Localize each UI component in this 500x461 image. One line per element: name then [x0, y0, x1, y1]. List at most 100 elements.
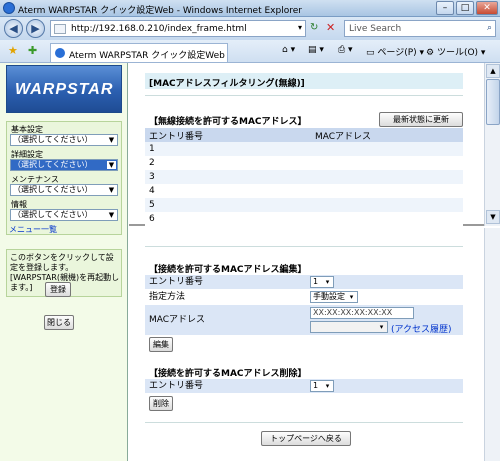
- url-text: http://192.168.0.210/index_frame.html: [71, 24, 247, 34]
- delete-entry-select[interactable]: 1 ▾: [310, 380, 334, 392]
- access-history-select[interactable]: ▾: [310, 321, 388, 333]
- method-label: 指定方法: [145, 290, 305, 304]
- chevron-down-icon: ▼: [108, 211, 115, 219]
- search-input[interactable]: Live Search ⌕: [344, 20, 496, 37]
- chevron-down-icon: ▾: [349, 293, 354, 301]
- close-button[interactable]: 閉じる: [44, 315, 74, 330]
- chevron-down-icon: ▾: [325, 278, 330, 286]
- divider: [145, 95, 463, 96]
- divider: [145, 422, 463, 423]
- add-favorites-icon[interactable]: ✚: [28, 44, 37, 57]
- table-row: 1: [145, 142, 463, 156]
- refresh-icon[interactable]: ↻: [310, 22, 318, 33]
- logo-text: WARPSTAR: [15, 81, 114, 98]
- edit-button[interactable]: 編集: [149, 337, 173, 352]
- warpstar-logo: WARPSTAR: [6, 65, 122, 113]
- refresh-status-button[interactable]: 最新状態に更新: [379, 112, 463, 127]
- page-icon: [54, 24, 66, 34]
- maint-select-value: （選択してください）: [13, 185, 93, 194]
- settings-menu: 基本設定 （選択してください） ▼ 詳細設定 （選択してください） ▼ メンテナンス…: [6, 121, 122, 235]
- col-mac-address: MACアドレス: [315, 132, 372, 142]
- maximize-button[interactable]: □: [456, 1, 474, 15]
- mac-address-label: MACアドレス: [145, 305, 305, 335]
- title-bar: Aterm WARPSTAR クイック設定Web - Windows Inter…: [0, 0, 500, 17]
- feeds-icon[interactable]: ▤ ▾: [308, 45, 324, 55]
- window-title: Aterm WARPSTAR クイック設定Web - Windows Inter…: [18, 6, 302, 16]
- scroll-up-icon[interactable]: ▲: [486, 64, 500, 78]
- info-select[interactable]: （選択してください） ▼: [10, 209, 118, 221]
- stop-icon[interactable]: ✕: [326, 21, 335, 34]
- method-select[interactable]: 手動設定 ▾: [310, 291, 358, 303]
- favorites-star-icon[interactable]: ★: [8, 44, 18, 57]
- edit-entry-value: 1: [313, 277, 319, 286]
- top-scrollbar[interactable]: ▲ ▼: [484, 63, 500, 226]
- divider: [145, 246, 463, 247]
- page-title: [MACアドレスフィルタリング(無線)]: [149, 79, 305, 89]
- close-window-button[interactable]: ✕: [476, 1, 498, 15]
- maintenance-select[interactable]: （選択してください） ▼: [10, 184, 118, 196]
- ie-icon: [3, 2, 15, 14]
- tab-title: Aterm WARPSTAR クイック設定Web: [69, 51, 225, 61]
- home-icon[interactable]: ⌂ ▾: [282, 45, 295, 55]
- info-select-value: （選択してください）: [13, 210, 93, 219]
- address-bar: ◀ ▶ http://192.168.0.210/index_frame.htm…: [0, 17, 500, 40]
- register-button[interactable]: 登録: [45, 282, 71, 297]
- table-row: 3: [145, 170, 463, 184]
- mac-list-frame: [MACアドレスフィルタリング(無線)] 【無線接続を許可するMACアドレス】 …: [129, 63, 484, 226]
- chevron-down-icon: ▼: [108, 136, 115, 144]
- search-icon[interactable]: ⌕: [487, 23, 492, 33]
- edit-entry-label: エントリ番号: [145, 275, 305, 289]
- url-dropdown-icon[interactable]: ▾: [298, 23, 302, 32]
- edit-entry-select[interactable]: 1 ▾: [310, 276, 334, 288]
- url-field[interactable]: http://192.168.0.210/index_frame.html ▾: [50, 20, 306, 37]
- col-entry-number: エントリ番号: [149, 132, 204, 142]
- menu-list-link[interactable]: メニュー一覧: [9, 224, 57, 235]
- sidebar: WARPSTAR 基本設定 （選択してください） ▼ 詳細設定 （選択してください…: [0, 63, 128, 461]
- search-placeholder: Live Search: [349, 24, 402, 34]
- access-history-link[interactable]: (アクセス履歴): [391, 322, 452, 335]
- table-row: 6: [145, 212, 463, 226]
- mac-address-input[interactable]: XX:XX:XX:XX:XX:XX: [310, 307, 414, 319]
- back-to-top-button[interactable]: トップページへ戻る: [261, 431, 351, 446]
- forward-icon[interactable]: ▶: [26, 19, 45, 38]
- allowed-mac-title: 【無線接続を許可するMACアドレス】: [149, 117, 307, 127]
- page-menu[interactable]: ▭ ページ(P) ▾: [366, 45, 424, 58]
- detail-select-value: （選択してください）: [13, 160, 93, 169]
- bottom-scrollbar[interactable]: [484, 228, 500, 461]
- basic-settings-select[interactable]: （選択してください） ▼: [10, 134, 118, 146]
- mac-edit-frame: 【接続を許可するMACアドレス編集】 エントリ番号 1 ▾ 指定方法 手動設定 ▾ …: [129, 228, 484, 461]
- tools-menu-label: ツール(O): [436, 48, 479, 58]
- detail-settings-select[interactable]: （選択してください） ▼: [10, 159, 118, 171]
- table-row: 4: [145, 184, 463, 198]
- entry-cell: 5: [149, 200, 155, 210]
- method-value: 手動設定: [313, 292, 345, 301]
- back-icon[interactable]: ◀: [4, 19, 23, 38]
- delete-section-title: 【接続を許可するMACアドレス削除】: [149, 369, 307, 379]
- mac-table: 1 2 3 4 5 6: [145, 142, 463, 226]
- tab-ie-icon: [55, 48, 65, 58]
- chevron-down-icon: ▾: [325, 382, 330, 390]
- edit-section-title: 【接続を許可するMACアドレス編集】: [149, 265, 307, 275]
- minimize-button[interactable]: –: [436, 1, 454, 15]
- entry-cell: 6: [149, 214, 155, 224]
- tab-bar: ★ ✚ Aterm WARPSTAR クイック設定Web ⌂ ▾ ▤ ▾ ⎙ ▾…: [0, 40, 500, 63]
- scroll-thumb[interactable]: [486, 79, 500, 125]
- chevron-down-icon: ▾: [379, 323, 384, 331]
- entry-cell: 4: [149, 186, 155, 196]
- table-row: 2: [145, 156, 463, 170]
- delete-entry-value: 1: [313, 381, 319, 390]
- scroll-down-icon[interactable]: ▼: [486, 210, 500, 224]
- chevron-down-icon: ▼: [107, 161, 116, 169]
- chevron-down-icon: ▼: [108, 186, 115, 194]
- print-icon[interactable]: ⎙ ▾: [338, 45, 353, 55]
- delete-entry-label: エントリ番号: [145, 379, 305, 393]
- tab-quick-setup[interactable]: Aterm WARPSTAR クイック設定Web: [50, 43, 228, 62]
- entry-cell: 3: [149, 172, 155, 182]
- entry-cell: 2: [149, 158, 155, 168]
- tools-menu[interactable]: ⚙ ツール(O) ▾: [426, 45, 485, 58]
- delete-button[interactable]: 削除: [149, 396, 173, 411]
- page-menu-label: ページ(P): [377, 48, 417, 58]
- entry-cell: 1: [149, 144, 155, 154]
- table-row: 5: [145, 198, 463, 212]
- basic-select-value: （選択してください）: [13, 135, 93, 144]
